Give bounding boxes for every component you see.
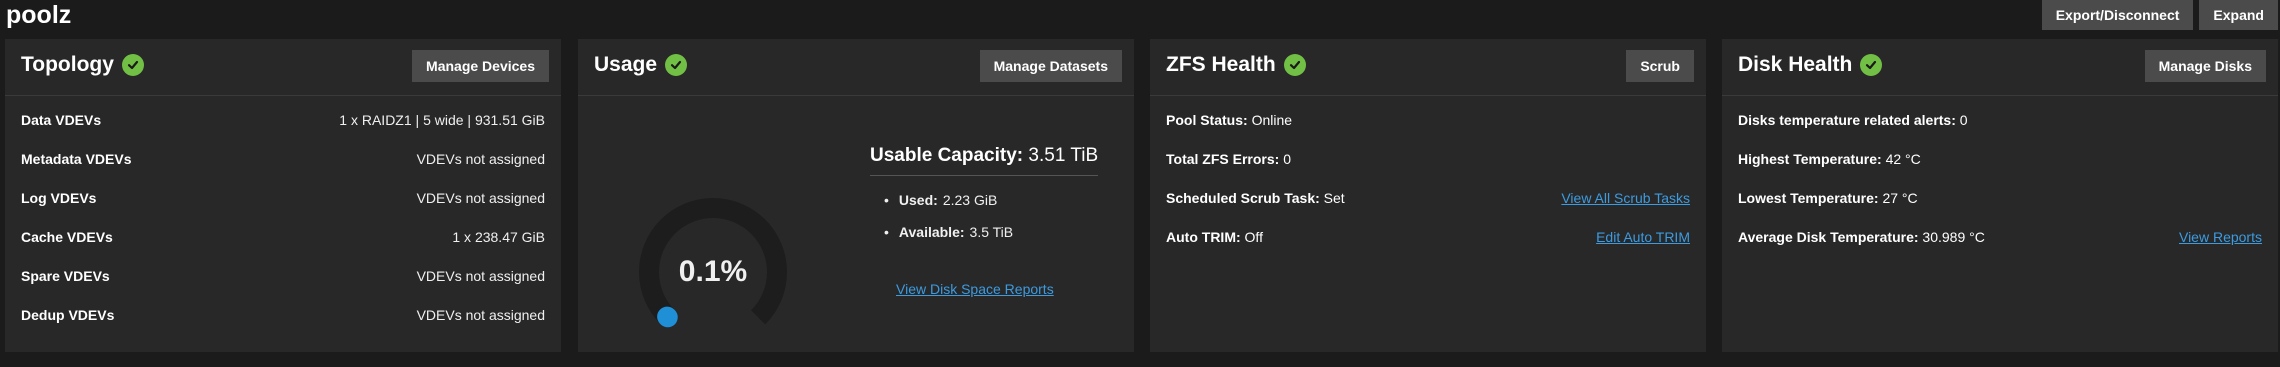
view-disk-space-reports-link[interactable]: View Disk Space Reports [896,281,1054,297]
scrub-button[interactable]: Scrub [1626,50,1694,82]
topology-card-header: Topology Manage Devices [5,39,561,96]
pool-status-label: Pool Status: [1166,111,1248,128]
row-label: Data VDEVs [21,111,102,128]
topology-row-cache: Cache VDEVs 1 x 238.47 GiB [21,217,545,256]
auto-trim-row: Auto TRIM: Off Edit Auto TRIM [1166,217,1690,256]
available-item: Available: 3.5 TiB [884,216,1110,248]
pool-status-row: Pool Status: Online [1166,100,1690,139]
manage-disks-button[interactable]: Manage Disks [2144,50,2266,82]
row-label: Dedup VDEVs [21,306,115,323]
zfs-card-title: ZFS Health [1166,53,1306,77]
highest-temp: Highest Temperature: 42 °C [1738,151,1921,167]
row-label: Spare VDEVs [21,267,110,284]
used-item: Used: 2.23 GiB [884,184,1110,216]
zfs-health-card: ZFS Health Scrub Pool Status: Online Tot… [1150,39,1706,352]
scrub-task-label: Scheduled Scrub Task: [1166,189,1320,206]
row-label: Cache VDEVs [21,228,113,245]
temp-alerts-label: Disks temperature related alerts: [1738,111,1956,128]
usage-gauge: 0.1% [633,192,793,352]
pool-actions: Export/Disconnect Expand [2041,0,2278,30]
expand-button[interactable]: Expand [2199,0,2278,30]
topology-list: Data VDEVs 1 x RAIDZ1 | 5 wide | 931.51 … [5,96,561,334]
usable-capacity: Usable Capacity: 3.51 TiB [870,145,1099,176]
row-value: VDEVs not assigned [416,189,545,206]
usage-card-header: Usage Manage Datasets [578,39,1134,96]
check-circle-icon [1860,54,1883,76]
temp-alerts-row: Disks temperature related alerts: 0 [1738,100,2262,139]
zfs-errors: Total ZFS Errors: 0 [1166,151,1291,167]
lowest-temp-value: 27 °C [1882,189,1918,206]
highest-temp-row: Highest Temperature: 42 °C [1738,139,2262,178]
scrub-task: Scheduled Scrub Task: Set [1166,190,1345,206]
used-value: 2.23 GiB [942,192,998,208]
temp-alerts-value: 0 [1959,111,1968,128]
check-circle-icon [1283,54,1306,76]
zfs-list: Pool Status: Online Total ZFS Errors: 0 … [1150,96,1706,256]
pool-status: Pool Status: Online [1166,112,1292,128]
temp-alerts: Disks temperature related alerts: 0 [1738,112,1968,128]
disk-card-header: Disk Health Manage Disks [1722,39,2278,96]
capacity-block: Usable Capacity: 3.51 TiB Used: 2.23 GiB… [870,145,1110,248]
row-value: 1 x RAIDZ1 | 5 wide | 931.51 GiB [339,111,545,128]
topology-row-metadata: Metadata VDEVs VDEVs not assigned [21,139,545,178]
row-value: VDEVs not assigned [416,306,545,323]
capacity-value: 3.51 TiB [1028,145,1099,166]
lowest-temp: Lowest Temperature: 27 °C [1738,190,1918,206]
zfs-title: ZFS Health [1166,53,1276,76]
disk-card-title: Disk Health [1738,53,1883,77]
edit-auto-trim-link[interactable]: Edit Auto TRIM [1596,229,1690,245]
row-value: VDEVs not assigned [416,150,545,167]
disk-health-card: Disk Health Manage Disks Disks temperatu… [1722,39,2278,352]
check-circle-icon [121,54,144,76]
row-label: Log VDEVs [21,189,97,206]
average-temp-row: Average Disk Temperature: 30.989 °C View… [1738,217,2262,256]
export-disconnect-button[interactable]: Export/Disconnect [2041,0,2194,30]
zfs-errors-value: 0 [1283,150,1291,167]
available-label: Available: [898,224,965,240]
used-label: Used: [898,192,938,208]
disk-title: Disk Health [1738,53,1853,76]
pool-status-value: Online [1251,111,1293,128]
topology-row-log: Log VDEVs VDEVs not assigned [21,178,545,217]
manage-devices-button[interactable]: Manage Devices [412,50,549,82]
topology-row-data: Data VDEVs 1 x RAIDZ1 | 5 wide | 931.51 … [21,100,545,139]
highest-temp-value: 42 °C [1885,150,1921,167]
zfs-errors-row: Total ZFS Errors: 0 [1166,139,1690,178]
usage-card-title: Usage [594,53,688,77]
capacity-list: Used: 2.23 GiB Available: 3.5 TiB [870,184,1110,248]
auto-trim-label: Auto TRIM: [1166,228,1241,245]
row-value: 1 x 238.47 GiB [452,228,545,245]
topology-card-title: Topology [21,53,144,77]
zfs-card-header: ZFS Health Scrub [1150,39,1706,96]
average-temp-value: 30.989 °C [1922,228,1985,245]
auto-trim-value: Off [1244,228,1263,245]
disk-list: Disks temperature related alerts: 0 High… [1722,96,2278,256]
usage-percent: 0.1% [678,255,748,288]
row-label: Metadata VDEVs [21,150,132,167]
lowest-temp-row: Lowest Temperature: 27 °C [1738,178,2262,217]
usage-title: Usage [594,53,658,76]
capacity-label: Usable Capacity: [870,145,1024,166]
usage-card: Usage Manage Datasets 0.1% Usable Capaci… [578,39,1134,352]
pool-title: poolz [6,1,72,29]
view-all-scrub-tasks-link[interactable]: View All Scrub Tasks [1561,190,1690,206]
average-temp-label: Average Disk Temperature: [1738,228,1919,245]
view-reports-link[interactable]: View Reports [2179,229,2262,245]
average-temp: Average Disk Temperature: 30.989 °C [1738,229,1985,245]
zfs-errors-label: Total ZFS Errors: [1166,150,1280,167]
auto-trim: Auto TRIM: Off [1166,229,1263,245]
row-value: VDEVs not assigned [416,267,545,284]
topology-row-spare: Spare VDEVs VDEVs not assigned [21,256,545,295]
scrub-task-value: Set [1323,189,1345,206]
check-circle-icon [665,54,688,76]
topology-card: Topology Manage Devices Data VDEVs 1 x R… [5,39,561,352]
manage-datasets-button[interactable]: Manage Datasets [979,50,1122,82]
available-value: 3.5 TiB [969,224,1014,240]
scrub-task-row: Scheduled Scrub Task: Set View All Scrub… [1166,178,1690,217]
topology-title: Topology [21,53,114,76]
topology-row-dedup: Dedup VDEVs VDEVs not assigned [21,295,545,334]
highest-temp-label: Highest Temperature: [1738,150,1882,167]
lowest-temp-label: Lowest Temperature: [1738,189,1879,206]
